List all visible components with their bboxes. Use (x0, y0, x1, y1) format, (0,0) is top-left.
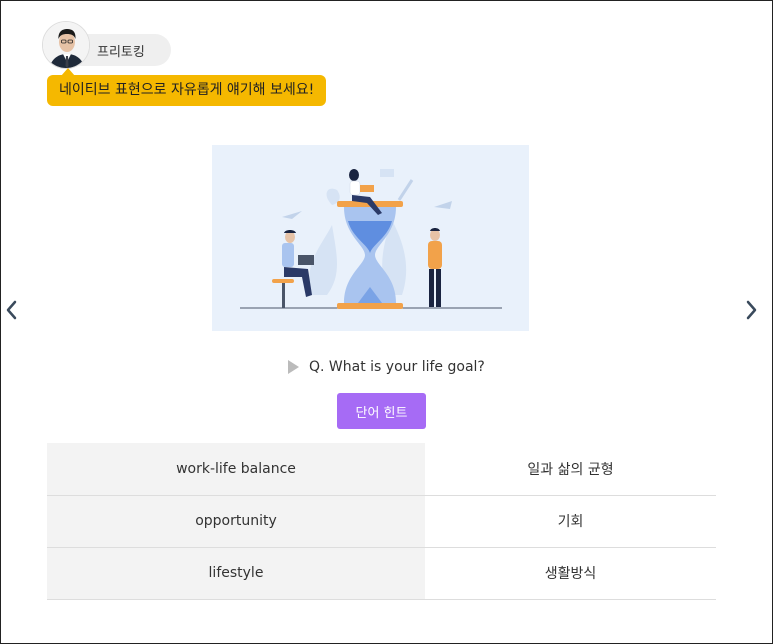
chevron-right-icon[interactable] (742, 297, 762, 323)
table-row: work-life balance 일과 삶의 균형 (47, 443, 716, 496)
table-row: lifestyle 생활방식 (47, 547, 716, 600)
vocab-korean: 일과 삶의 균형 (425, 443, 716, 496)
vocab-korean: 생활방식 (425, 547, 716, 600)
speech-bubble: 네이티브 표현으로 자유롭게 얘기해 보세요! (47, 68, 327, 106)
play-icon[interactable] (288, 360, 299, 374)
table-row: opportunity 기회 (47, 495, 716, 548)
hourglass-illustration (212, 145, 529, 331)
vocab-english: opportunity (47, 495, 425, 548)
speech-bubble-tail (61, 68, 75, 76)
vocab-korean: 기회 (425, 495, 716, 548)
avatar (42, 21, 90, 69)
speech-text: 네이티브 표현으로 자유롭게 얘기해 보세요! (59, 82, 315, 98)
tutor-name: 프리토킹 (97, 45, 145, 60)
lesson-card: 프리토킹 네이티브 표현으로 자유롭게 얘기해 보세요! Q. What is … (0, 0, 773, 644)
vocab-english: lifestyle (47, 547, 425, 600)
chevron-left-icon[interactable] (1, 297, 21, 323)
word-hint-button[interactable]: 단어 힌트 (337, 393, 426, 429)
vocabulary-table: work-life balance 일과 삶의 균형 opportunity 기… (47, 443, 716, 600)
question-text: Q. What is your life goal? (309, 359, 485, 375)
question-row: Q. What is your life goal? (288, 356, 485, 378)
vocab-english: work-life balance (47, 443, 425, 496)
